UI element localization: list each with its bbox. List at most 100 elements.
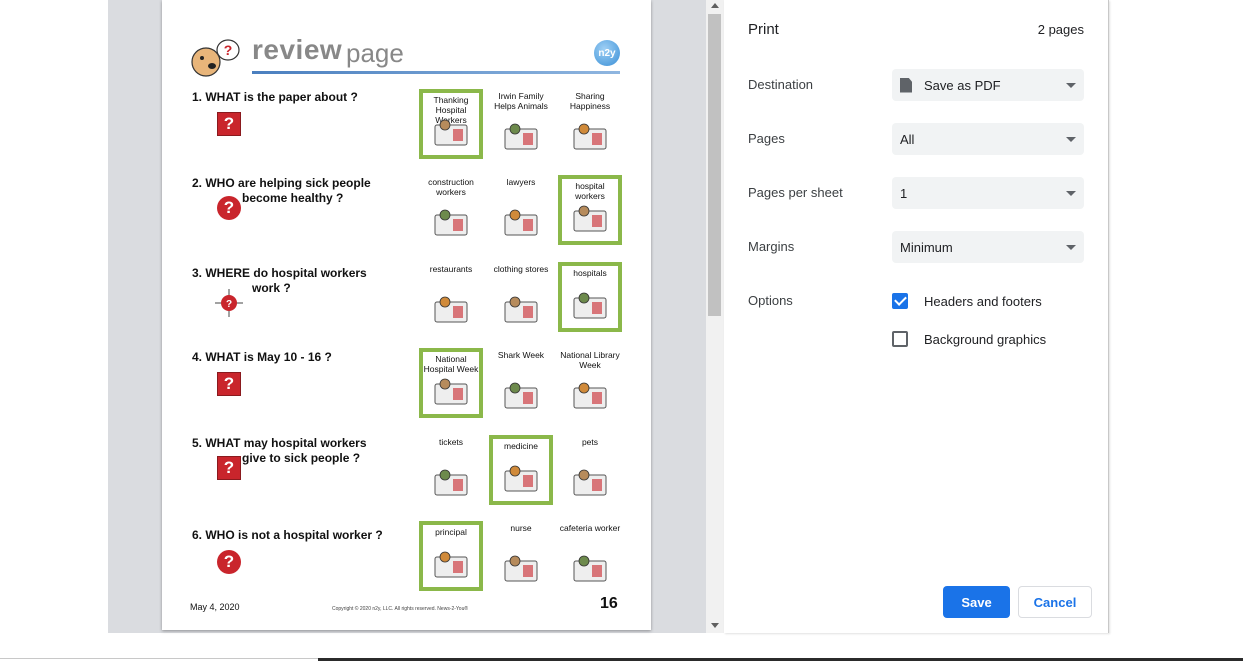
- pages-per-sheet-select[interactable]: 1: [892, 177, 1084, 209]
- answer-picture-icon: [504, 296, 538, 323]
- question-circle-icon: ?: [217, 550, 241, 574]
- options-label: Options: [748, 293, 793, 308]
- answer-choice: pets: [558, 435, 622, 505]
- answer-choice: hospitals: [558, 262, 622, 332]
- answer-choice-label: pets: [581, 437, 599, 447]
- question-line-row: 1. WHAT is the paper about ?: [192, 90, 358, 105]
- answer-picture-icon: [573, 205, 607, 232]
- scroll-down-arrow-icon[interactable]: [711, 623, 719, 628]
- answer-picture-icon: [434, 378, 468, 405]
- dropdown-arrow-icon: [1066, 191, 1076, 196]
- headers-footers-option[interactable]: Headers and footers: [892, 293, 1042, 309]
- pages-per-sheet-label: Pages per sheet: [748, 185, 843, 200]
- page-count: 2 pages: [1037, 22, 1084, 37]
- question-number: 6.: [192, 528, 203, 542]
- answer-choice-label: hospitals: [573, 268, 607, 278]
- question-box-icon: ?: [217, 456, 241, 480]
- preview-scrollbar[interactable]: [706, 0, 724, 633]
- cancel-button[interactable]: Cancel: [1018, 586, 1092, 618]
- margins-label: Margins: [748, 239, 795, 254]
- answer-choice: tickets: [419, 435, 483, 505]
- scroll-thumb[interactable]: [708, 14, 721, 316]
- pages-per-sheet-value: 1: [900, 185, 908, 201]
- answer-picture-icon: [434, 296, 468, 323]
- answer-picture-icon: [434, 469, 468, 496]
- answer-choice: hospital workers: [558, 175, 622, 245]
- answer-choice: nurse: [489, 521, 553, 591]
- answer-choice-label: Irwin Family Helps Animals: [494, 91, 548, 111]
- answer-picture-icon: [434, 119, 468, 146]
- question-box-icon: ?: [217, 372, 241, 396]
- pages-select[interactable]: All: [892, 123, 1084, 155]
- destination-label: Destination: [748, 77, 814, 92]
- file-icon: [900, 77, 912, 93]
- answer-choice-label: clothing stores: [493, 264, 549, 274]
- question-box-icon: ?: [217, 112, 241, 136]
- answer-choice: Irwin Family Helps Animals: [489, 89, 553, 159]
- question-number: 5.: [192, 436, 203, 450]
- headers-footers-label: Headers and footers: [924, 293, 1042, 309]
- question-line1: WHO is not a hospital worker ?: [205, 528, 383, 542]
- title-underline: [252, 71, 620, 74]
- answer-choice: principal: [419, 521, 483, 591]
- question-number: 1.: [192, 90, 203, 104]
- answer-choice: construction workers: [419, 175, 483, 245]
- answer-picture-icon: [504, 209, 538, 236]
- question-line1: WHERE do hospital workers: [205, 266, 367, 280]
- question-text: 6. WHO is not a hospital worker ?: [192, 528, 383, 543]
- answer-choice-label: National Library Week: [560, 350, 620, 370]
- preview-page: ? review page n2y 1. WHAT is the paper a…: [162, 0, 651, 630]
- question-line-row: 6. WHO is not a hospital worker ?: [192, 528, 383, 543]
- pages-label: Pages: [748, 131, 785, 146]
- background-graphics-option[interactable]: Background graphics: [892, 331, 1046, 347]
- answer-choice: lawyers: [489, 175, 553, 245]
- speaking-face-icon: ?: [191, 39, 240, 77]
- doc-copyright: Copyright © 2020 n2y, LLC. All rights re…: [332, 606, 469, 612]
- question-text: 1. WHAT is the paper about ?: [192, 90, 358, 105]
- n2y-logo: n2y: [594, 40, 620, 66]
- answer-picture-icon: [573, 382, 607, 409]
- answer-choice: National Hospital Week: [419, 348, 483, 418]
- destination-value: Save as PDF: [924, 77, 1001, 93]
- answer-picture-icon: [573, 123, 607, 150]
- answer-choice: National Library Week: [558, 348, 622, 418]
- answer-choice-label: principal: [435, 527, 467, 537]
- answer-picture-icon: [434, 551, 468, 578]
- dropdown-arrow-icon: [1066, 137, 1076, 142]
- scroll-up-arrow-icon[interactable]: [711, 3, 719, 8]
- answer-picture-icon: [504, 555, 538, 582]
- question-number: 4.: [192, 350, 203, 364]
- answer-picture-icon: [504, 123, 538, 150]
- destination-select[interactable]: Save as PDF: [892, 69, 1084, 101]
- dropdown-arrow-icon: [1066, 245, 1076, 250]
- print-title: Print: [748, 21, 779, 38]
- question-line1: WHO are helping sick people: [205, 176, 371, 190]
- background-graphics-label: Background graphics: [924, 331, 1047, 347]
- question-line-row: 2. WHO are helping sick people: [192, 176, 371, 191]
- answer-choice: Sharing Happiness: [558, 89, 622, 159]
- background-graphics-checkbox[interactable]: [892, 331, 908, 347]
- print-settings-panel: Print 2 pages Destination Save as PDF Pa…: [724, 0, 1109, 633]
- answer-choice-label: National Hospital Week: [423, 354, 479, 374]
- headers-footers-checkbox[interactable]: [892, 293, 908, 309]
- doc-title-bold: review: [252, 34, 343, 65]
- question-text: 4. WHAT is May 10 - 16 ?: [192, 350, 332, 365]
- answer-choice-label: cafeteria worker: [559, 523, 621, 533]
- answer-choice-label: tickets: [438, 437, 464, 447]
- question-circle-icon: ?: [217, 196, 241, 220]
- save-button[interactable]: Save: [943, 586, 1010, 618]
- answer-picture-icon: [573, 469, 607, 496]
- compass-question-icon: ?: [215, 289, 243, 317]
- answer-choice-label: lawyers: [506, 177, 536, 187]
- question-line1: WHAT may hospital workers: [205, 436, 367, 450]
- margins-select[interactable]: Minimum: [892, 231, 1084, 263]
- answer-choice: medicine: [489, 435, 553, 505]
- answer-picture-icon: [573, 555, 607, 582]
- answer-choice-label: construction workers: [428, 177, 474, 197]
- answer-choice: Shark Week: [489, 348, 553, 418]
- answer-choice-label: medicine: [503, 441, 539, 451]
- answer-choice-label: nurse: [510, 523, 532, 533]
- doc-page-number: 16: [600, 595, 618, 612]
- pages-value: All: [900, 131, 915, 147]
- answer-choice-label: restaurants: [429, 264, 473, 274]
